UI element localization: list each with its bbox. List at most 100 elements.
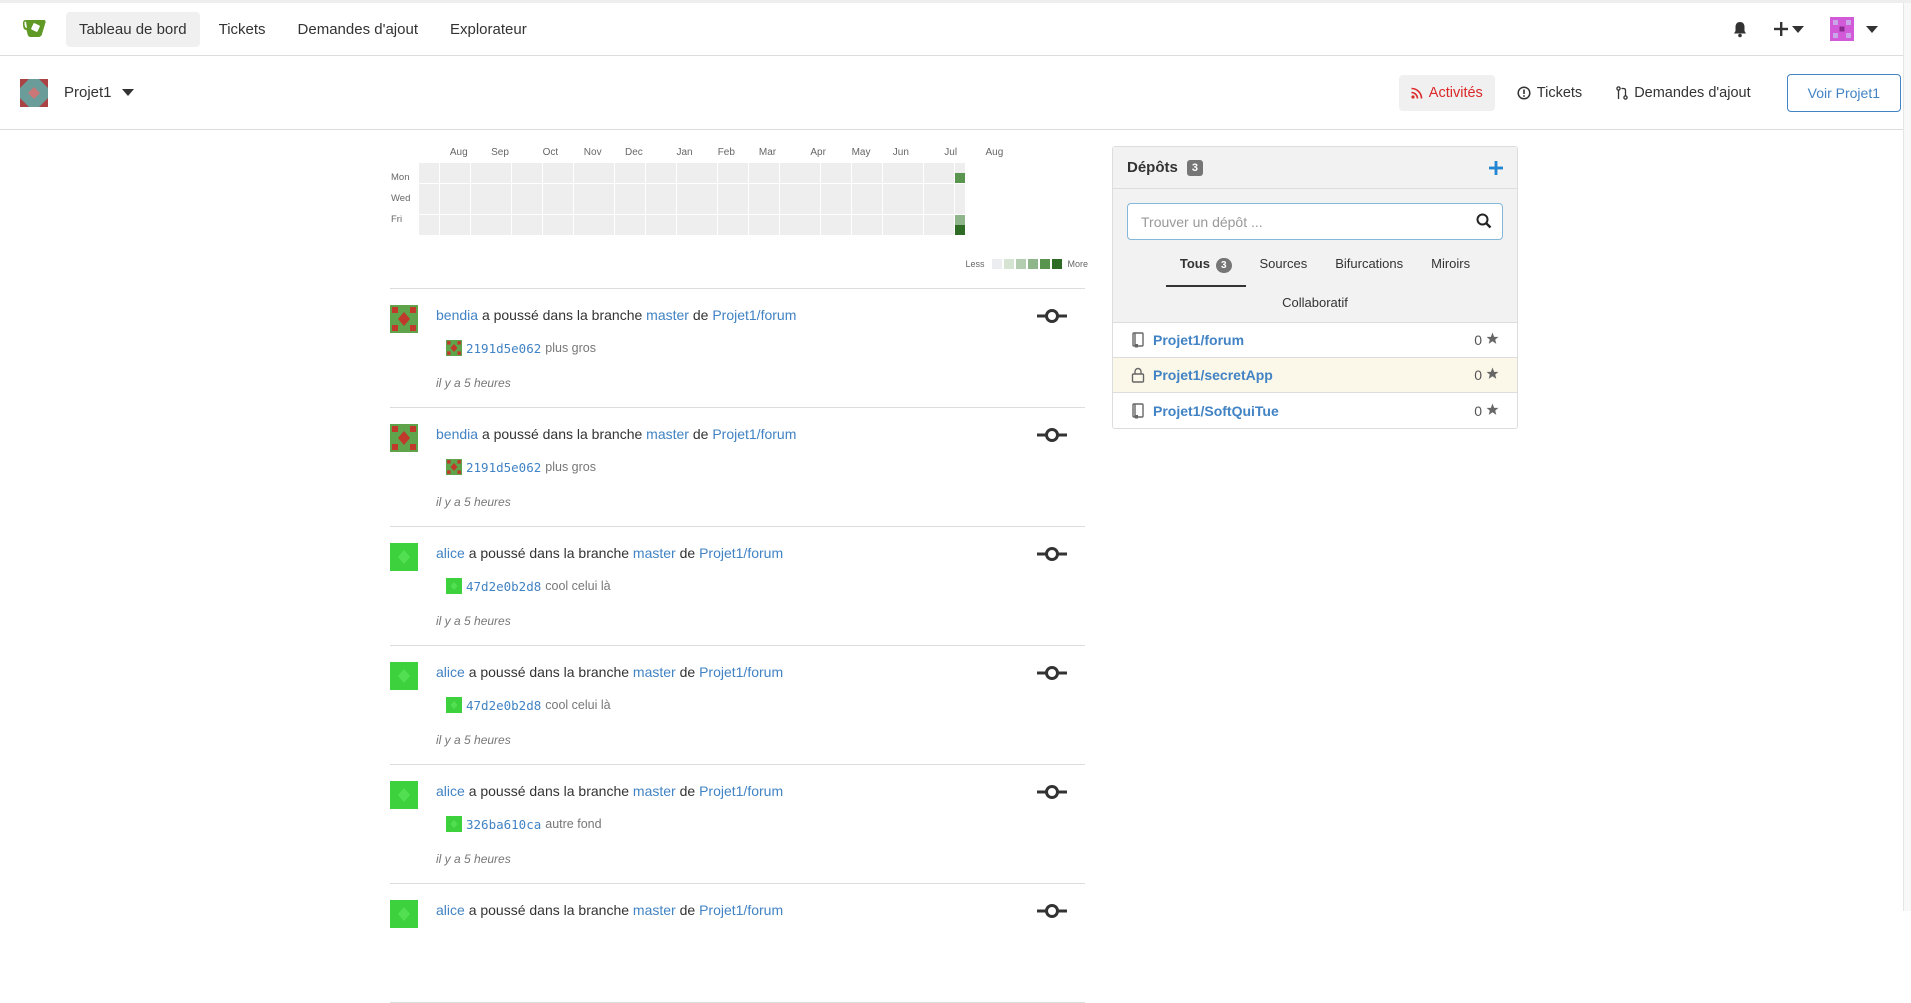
heatmap-day-cell[interactable] (460, 163, 471, 173)
heatmap-day-cell[interactable] (583, 204, 594, 215)
heatmap-day-cell[interactable] (913, 173, 924, 184)
heatmap-day-cell[interactable] (625, 204, 635, 215)
user-menu-dropdown[interactable] (1830, 17, 1878, 41)
heatmap-day-cell[interactable] (449, 214, 460, 225)
heatmap-day-cell[interactable] (419, 183, 429, 194)
heatmap-day-cell[interactable] (604, 173, 615, 184)
heatmap-day-cell[interactable] (831, 163, 841, 173)
heatmap-day-cell[interactable] (738, 214, 749, 225)
heatmap-day-cell[interactable] (779, 193, 790, 204)
heatmap-day-cell[interactable] (460, 224, 471, 235)
heatmap-day-cell[interactable] (604, 214, 615, 225)
heatmap-day-cell[interactable] (460, 173, 471, 184)
heatmap-day-cell[interactable] (903, 224, 914, 235)
heatmap-day-cell[interactable] (738, 193, 749, 204)
heatmap-day-cell[interactable] (429, 224, 440, 235)
heatmap-day-cell[interactable] (676, 204, 687, 215)
heatmap-day-cell[interactable] (491, 163, 502, 173)
heatmap-day-cell[interactable] (707, 183, 718, 194)
heatmap-day-cell[interactable] (810, 214, 821, 225)
heatmap-day-cell[interactable] (738, 173, 749, 184)
heatmap-day-cell[interactable] (738, 204, 749, 215)
heatmap-day-cell[interactable] (655, 163, 666, 173)
heatmap-day-cell[interactable] (717, 183, 728, 194)
heatmap-day-cell[interactable] (573, 193, 584, 204)
heatmap-day-cell[interactable] (439, 214, 450, 225)
heatmap-day-cell[interactable] (892, 193, 903, 204)
heatmap-day-cell[interactable] (707, 173, 718, 184)
user-avatar[interactable] (390, 543, 418, 571)
heatmap-day-cell[interactable] (635, 224, 646, 235)
heatmap-day-cell[interactable] (552, 183, 563, 194)
heatmap-day-cell[interactable] (573, 183, 584, 194)
heatmap-day-cell[interactable] (944, 173, 955, 184)
heatmap-day-cell[interactable] (491, 204, 502, 215)
repository-search-input[interactable] (1128, 204, 1458, 239)
heatmap-day-cell[interactable] (882, 173, 893, 184)
repository-name-link[interactable]: Projet1/secretApp (1153, 367, 1273, 383)
heatmap-day-cell[interactable] (542, 183, 553, 194)
heatmap-day-cell[interactable] (419, 204, 429, 215)
heatmap-day-cell[interactable] (532, 204, 543, 215)
heatmap-day-cell[interactable] (748, 173, 759, 184)
heatmap-day-cell[interactable] (934, 193, 944, 204)
heatmap-day-cell[interactable] (645, 224, 656, 235)
heatmap-day-cell[interactable] (480, 193, 491, 204)
heatmap-day-cell[interactable] (892, 224, 903, 235)
heatmap-day-cell[interactable] (892, 163, 903, 173)
heatmap-day-cell[interactable] (480, 224, 491, 235)
heatmap-day-cell[interactable] (717, 173, 728, 184)
heatmap-day-cell[interactable] (882, 214, 893, 225)
heatmap-day-cell[interactable] (779, 224, 790, 235)
heatmap-day-cell[interactable] (697, 193, 708, 204)
heatmap-day-cell[interactable] (748, 193, 759, 204)
user-avatar[interactable] (390, 662, 418, 690)
heatmap-day-cell[interactable] (594, 193, 605, 204)
heatmap-day-cell[interactable] (552, 214, 563, 225)
heatmap-day-cell[interactable] (501, 183, 512, 194)
heatmap-day-cell[interactable] (851, 204, 862, 215)
heatmap-day-cell[interactable] (882, 224, 893, 235)
heatmap-day-cell[interactable] (686, 204, 697, 215)
heatmap-day-cell[interactable] (697, 214, 708, 225)
heatmap-day-cell[interactable] (460, 183, 471, 194)
heatmap-day-cell[interactable] (666, 193, 677, 204)
heatmap-day-cell[interactable] (563, 224, 574, 235)
heatmap-day-cell[interactable] (686, 183, 697, 194)
heatmap-day-cell[interactable] (697, 224, 708, 235)
heatmap-day-cell[interactable] (655, 193, 666, 204)
heatmap-day-cell[interactable] (625, 163, 635, 173)
heatmap-day-cell[interactable] (923, 183, 934, 194)
heatmap-day-cell[interactable] (439, 193, 450, 204)
heatmap-day-cell[interactable] (717, 214, 728, 225)
heatmap-day-cell[interactable] (717, 204, 728, 215)
heatmap-day-cell[interactable] (841, 173, 852, 184)
heatmap-day-cell[interactable] (789, 224, 800, 235)
heatmap-day-cell[interactable] (449, 163, 460, 173)
heatmap-day-cell[interactable] (810, 163, 821, 173)
heatmap-day-cell[interactable] (511, 224, 522, 235)
heatmap-day-cell[interactable] (841, 163, 852, 173)
heatmap-day-cell[interactable] (903, 173, 914, 184)
heatmap-day-cell[interactable] (728, 183, 738, 194)
heatmap-day-cell[interactable] (604, 204, 615, 215)
heatmap-day-cell[interactable] (800, 224, 811, 235)
heatmap-day-cell[interactable] (728, 173, 738, 184)
heatmap-day-cell[interactable] (738, 163, 749, 173)
heatmap-day-cell[interactable] (532, 214, 543, 225)
heatmap-day-cell[interactable] (604, 224, 615, 235)
tab-tickets[interactable]: Tickets (1505, 75, 1594, 111)
heatmap-day-cell[interactable] (748, 204, 759, 215)
heatmap-day-cell[interactable] (841, 204, 852, 215)
heatmap-day-cell[interactable] (511, 183, 522, 194)
heatmap-day-cell[interactable] (831, 224, 841, 235)
heatmap-day-cell[interactable] (563, 163, 574, 173)
heatmap-day-cell[interactable] (851, 193, 862, 204)
heatmap-day-cell[interactable] (522, 204, 532, 215)
heatmap-day-cell[interactable] (934, 224, 944, 235)
heatmap-day-cell[interactable] (655, 224, 666, 235)
heatmap-day-cell[interactable] (460, 214, 471, 225)
heatmap-day-cell[interactable] (583, 193, 594, 204)
heatmap-day-cell[interactable] (944, 214, 955, 225)
heatmap-day-cell[interactable] (800, 193, 811, 204)
